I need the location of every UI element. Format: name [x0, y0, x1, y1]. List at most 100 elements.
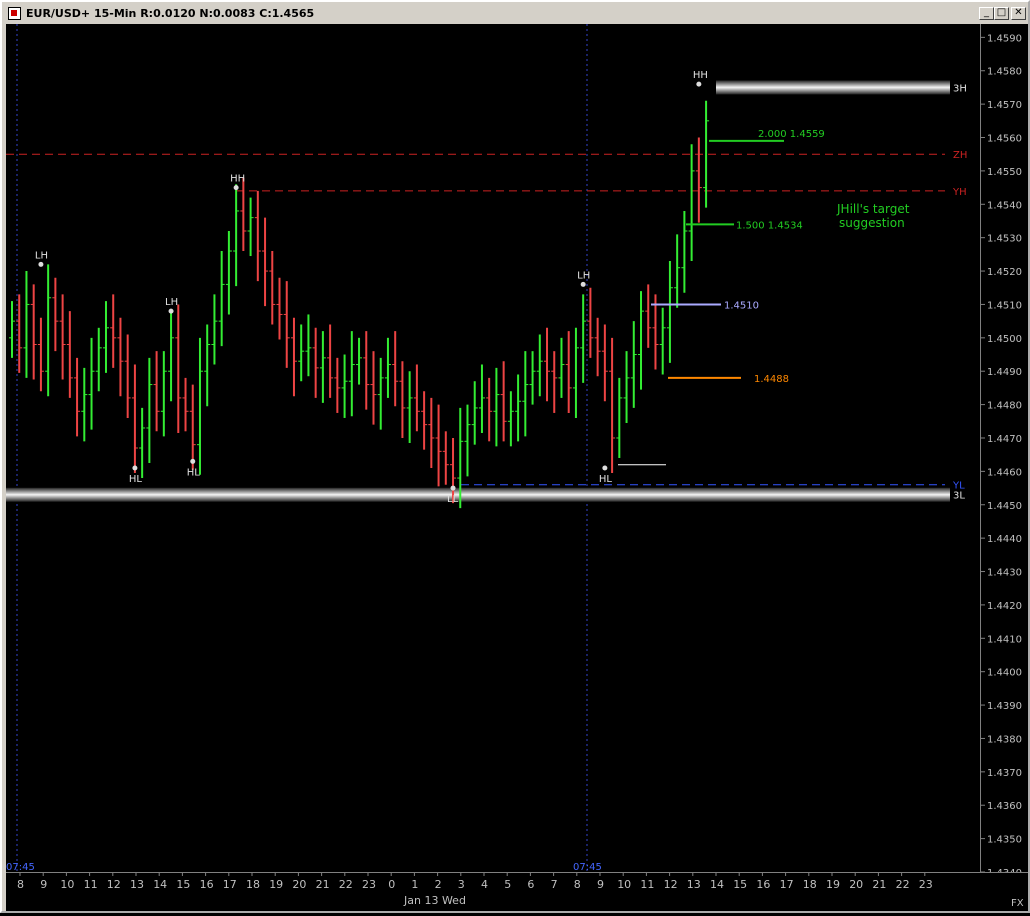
- price-tick-label: 1.4530: [987, 234, 1022, 245]
- price-bar: [529, 351, 536, 405]
- price-tick-label: 1.4460: [987, 467, 1022, 478]
- time-tick-label: 13: [130, 878, 144, 891]
- time-tick-label: 3: [458, 878, 465, 891]
- time-tick-label: 4: [481, 878, 488, 891]
- chart-window: EUR/USD+ 15-Min R:0.0120 N:0.0083 C:1.45…: [0, 0, 1030, 913]
- price-bar: [124, 334, 131, 418]
- time-tick-label: 16: [200, 878, 214, 891]
- price-bar: [139, 407, 146, 479]
- target-label: 1.4510: [724, 300, 759, 311]
- swing-label-hl: HL: [129, 474, 143, 485]
- maximize-button[interactable]: □: [994, 7, 1009, 20]
- price-bar: [319, 331, 326, 403]
- price-tick-label: 1.4590: [987, 33, 1022, 44]
- price-axis[interactable]: 1.4590 1.4580 1.4570 1.4560 1.4550 1.4540 1.45…: [971, 24, 1028, 879]
- price-bar: [254, 190, 261, 282]
- price-tick-label: 1.4480: [987, 401, 1022, 412]
- price-bar: [290, 317, 297, 397]
- price-tick-label: 1.4520: [987, 267, 1022, 278]
- price-bar: [312, 327, 319, 398]
- window-title: EUR/USD+ 15-Min R:0.0120 N:0.0083 C:1.45…: [26, 7, 315, 20]
- price-bar: [153, 351, 160, 432]
- price-bar: [399, 361, 406, 438]
- target-label: 2.000 1.4559: [758, 129, 825, 140]
- price-bar: [377, 357, 384, 430]
- swing-point-dot: [580, 281, 586, 287]
- note-line-2: suggestion: [839, 216, 905, 230]
- time-tick-label: 1: [411, 878, 418, 891]
- time-tick-label: 22: [339, 878, 353, 891]
- time-tick-label: 15: [176, 878, 190, 891]
- price-tick-label: 1.4570: [987, 100, 1022, 111]
- time-tick-label: 12: [664, 878, 678, 891]
- price-tick-label: 1.4490: [987, 367, 1022, 378]
- price-bar: [283, 281, 290, 368]
- price-bar: [674, 234, 681, 308]
- swing-label-lh: LH: [577, 270, 590, 281]
- price-tick-label: 1.4380: [987, 734, 1022, 745]
- price-bar: [536, 334, 543, 397]
- swing-point-dot: [168, 308, 174, 314]
- level-band-3h: [716, 80, 950, 95]
- price-bar: [413, 364, 420, 432]
- price-bar: [356, 337, 363, 385]
- price-bar: [298, 324, 305, 382]
- price-bar: [146, 357, 153, 464]
- swing-label-ll: LL: [447, 494, 459, 505]
- price-bar: [233, 184, 240, 287]
- chart-app-icon[interactable]: [8, 7, 21, 20]
- minimize-button[interactable]: _: [979, 7, 994, 20]
- price-bar: [486, 377, 493, 442]
- level-tag-3l: 3L: [953, 491, 965, 502]
- title-bar[interactable]: EUR/USD+ 15-Min R:0.0120 N:0.0083 C:1.45…: [4, 4, 1028, 23]
- swing-point-dot: [696, 81, 702, 87]
- date-label: Jan 13 Wed: [403, 894, 466, 907]
- swing-label-lh: LH: [35, 250, 48, 261]
- axis-corner-label: FX: [1011, 898, 1024, 909]
- price-bar: [493, 367, 500, 447]
- time-tick-label: 0: [388, 878, 395, 891]
- price-bar: [66, 311, 73, 398]
- time-tick-label: 17: [223, 878, 237, 891]
- price-tick-label: 1.4440: [987, 534, 1022, 545]
- price-tick-label: 1.4470: [987, 434, 1022, 445]
- price-bar: [435, 404, 442, 487]
- swing-label-hh: HH: [230, 174, 245, 185]
- price-bar: [276, 277, 283, 340]
- price-bar: [384, 337, 391, 398]
- swing-label-hl: HL: [187, 467, 201, 478]
- swing-label-hh: HH: [693, 70, 708, 81]
- price-bar: [522, 351, 529, 437]
- price-bar: [609, 337, 616, 474]
- time-axis-svg: 8 9 10 11 12 13 14 15 16 17 18 19 20 21 22 23 0 1 2 3 4 5 6 7 8 9…: [17, 873, 1024, 909]
- price-bar: [305, 314, 312, 377]
- price-bar: [572, 327, 579, 418]
- time-tick-label: 15: [733, 878, 747, 891]
- price-bar: [695, 137, 702, 223]
- price-bar: [168, 311, 175, 402]
- price-bar: [601, 324, 608, 402]
- close-button[interactable]: ✕: [1011, 7, 1026, 20]
- price-bar: [160, 351, 167, 437]
- price-bar: [52, 277, 59, 352]
- price-bar: [471, 381, 478, 445]
- price-bar: [74, 357, 81, 437]
- price-bar: [196, 337, 203, 475]
- price-bar: [580, 294, 587, 383]
- price-bar: [204, 324, 211, 407]
- time-tick-label: 20: [849, 878, 863, 891]
- price-bar: [88, 337, 95, 430]
- price-bar: [616, 377, 623, 459]
- price-bar: [117, 317, 124, 397]
- price-bar: [558, 337, 565, 398]
- price-bar: [262, 217, 269, 307]
- price-chart-plot[interactable]: 07:45 07:45 LH HL LH HL HH LL LH HL HH 2.000 1.4559…: [6, 24, 980, 872]
- price-bar: [630, 321, 637, 408]
- time-tick-label: 22: [896, 878, 910, 891]
- price-bar: [681, 210, 688, 293]
- price-bar: [23, 271, 30, 378]
- time-axis[interactable]: 8 9 10 11 12 13 14 15 16 17 18 19 20 21 22 23 0 1 2 3 4 5 6 7 8 9…: [6, 872, 1028, 911]
- price-bar: [464, 404, 471, 477]
- time-tick-label: 10: [60, 878, 74, 891]
- time-tick-label: 10: [617, 878, 631, 891]
